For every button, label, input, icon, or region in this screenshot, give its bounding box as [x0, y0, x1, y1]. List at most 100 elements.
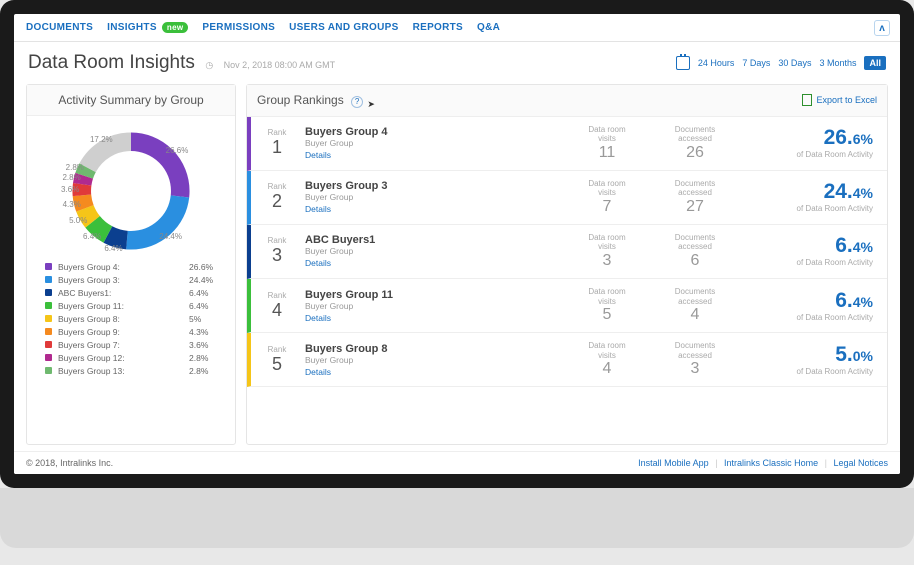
visits-value: 11	[599, 144, 616, 162]
chart-legend: Buyers Group 4:26.6%Buyers Group 3:24.4%…	[27, 256, 235, 385]
top-nav: DOCUMENTS INSIGHTS new PERMISSIONS USERS…	[14, 14, 900, 42]
legend-row: Buyers Group 7: 3.6%	[45, 338, 225, 351]
details-link[interactable]: Details	[305, 204, 559, 214]
range-24h[interactable]: 24 Hours	[698, 58, 735, 68]
tab-reports[interactable]: REPORTS	[413, 22, 463, 33]
footer-link-mobile[interactable]: Install Mobile App	[638, 458, 709, 468]
rank-label: Rank	[268, 182, 287, 191]
tab-qa[interactable]: Q&A	[477, 22, 500, 33]
legend-row: Buyers Group 3:24.4%	[45, 273, 225, 286]
details-link[interactable]: Details	[305, 258, 559, 268]
tab-users-groups[interactable]: USERS AND GROUPS	[289, 22, 398, 33]
group-type: Buyer Group	[305, 246, 559, 256]
docs-label: Documentsaccessed	[675, 341, 715, 360]
visits-value: 7	[603, 198, 612, 216]
legend-value: 5%	[189, 314, 225, 324]
range-3m[interactable]: 3 Months	[819, 58, 856, 68]
page-timestamp: Nov 2, 2018 08:00 AM GMT	[224, 60, 336, 70]
footer-link-classic[interactable]: Intralinks Classic Home	[724, 458, 818, 468]
docs-label: Documentsaccessed	[675, 179, 715, 198]
legend-name: Buyers Group 7:	[58, 340, 183, 350]
group-name: ABC Buyers1	[305, 234, 559, 246]
visits-label: Data roomvisits	[588, 125, 625, 144]
ranking-row: Rank3ABC Buyers1Buyer GroupDetailsData r…	[247, 225, 887, 279]
ranking-row: Rank5Buyers Group 8Buyer GroupDetailsDat…	[247, 333, 887, 387]
collapse-button[interactable]: ᴧ	[874, 20, 890, 36]
donut-slice-label: 4.3%	[63, 200, 81, 209]
copyright: © 2018, Intralinks Inc.	[26, 458, 113, 468]
details-link[interactable]: Details	[305, 313, 559, 323]
rank-label: Rank	[268, 128, 287, 137]
details-link[interactable]: Details	[305, 367, 559, 377]
legend-swatch	[45, 341, 52, 348]
activity-percent-sub: of Data Room Activity	[797, 258, 873, 267]
donut-slice-label: 6.4%	[104, 244, 122, 253]
group-type: Buyer Group	[305, 192, 559, 202]
export-excel-button[interactable]: Export to Excel	[802, 94, 877, 106]
visits-label: Data roomvisits	[588, 179, 625, 198]
range-30d[interactable]: 30 Days	[778, 58, 811, 68]
legend-row: Buyers Group 12: 2.8%	[45, 351, 225, 364]
legend-row: Buyers Group 11:6.4%	[45, 299, 225, 312]
visits-value: 3	[603, 252, 612, 270]
ranking-row: Rank1 Buyers Group 4Buyer Group Details Dat…	[247, 117, 887, 171]
legend-value: 6.4%	[189, 301, 225, 311]
excel-icon	[802, 94, 812, 106]
visits-label: Data roomvisits	[588, 233, 625, 252]
cursor-icon: ➤	[367, 99, 375, 109]
footer-link-legal[interactable]: Legal Notices	[833, 458, 888, 468]
activity-donut-chart: 26.6%24.4%6.4%6.4%5.0%4.3%3.6%2.8%2.8%17…	[66, 126, 196, 256]
activity-percent: 5.0%	[835, 344, 873, 365]
activity-percent: 6.4%	[835, 290, 873, 311]
legend-value: 2.8%	[189, 353, 225, 363]
tab-permissions[interactable]: PERMISSIONS	[202, 22, 275, 33]
activity-percent: 6.4%	[835, 235, 873, 256]
tab-documents[interactable]: DOCUMENTS	[26, 22, 93, 33]
activity-percent-sub: of Data Room Activity	[797, 204, 873, 213]
rank-number: 1	[272, 137, 282, 158]
summary-title: Activity Summary by Group	[27, 85, 235, 116]
legend-name: Buyers Group 12:	[58, 353, 183, 363]
monitor-stand	[0, 488, 914, 548]
help-icon[interactable]: ?	[351, 96, 363, 108]
group-type: Buyer Group	[305, 138, 559, 148]
legend-swatch	[45, 276, 52, 283]
legend-value: 4.3%	[189, 327, 225, 337]
legend-name: Buyers Group 4:	[58, 262, 183, 272]
legend-name: Buyers Group 8:	[58, 314, 183, 324]
donut-slice-label: 3.6%	[61, 185, 79, 194]
range-7d[interactable]: 7 Days	[742, 58, 770, 68]
docs-label: Documentsaccessed	[675, 233, 715, 252]
range-all[interactable]: All	[864, 56, 886, 70]
activity-percent-sub: of Data Room Activity	[797, 367, 873, 376]
legend-value: 3.6%	[189, 340, 225, 350]
docs-value: 6	[691, 252, 700, 270]
group-name: Buyers Group 11	[305, 289, 559, 301]
calendar-icon[interactable]	[676, 56, 690, 70]
legend-swatch	[45, 328, 52, 335]
activity-percent-sub: of Data Room Activity	[797, 150, 873, 159]
rank-label: Rank	[268, 345, 287, 354]
docs-value: 3	[691, 360, 700, 378]
legend-row: Buyers Group 9:4.3%	[45, 325, 225, 338]
rank-number: 2	[272, 191, 282, 212]
legend-value: 6.4%	[189, 288, 225, 298]
docs-label: Documentsaccessed	[675, 125, 715, 144]
group-name: Buyers Group 4	[305, 126, 559, 138]
legend-row: Buyers Group 8: 5%	[45, 312, 225, 325]
clock-icon: ◷	[205, 60, 213, 70]
date-range-picker: 24 Hours 7 Days 30 Days 3 Months All	[676, 56, 886, 70]
activity-summary-panel: Activity Summary by Group 26.6%24.4%6.4%…	[26, 84, 236, 445]
rank-label: Rank	[268, 236, 287, 245]
donut-slice-label: 2.8%	[62, 173, 80, 182]
activity-percent: 24.4%	[824, 181, 873, 202]
rank-number: 5	[272, 354, 282, 375]
legend-row: Buyers Group 4:26.6%	[45, 260, 225, 273]
details-link[interactable]: Details	[305, 150, 559, 160]
footer: © 2018, Intralinks Inc. Install Mobile A…	[14, 451, 900, 474]
tab-insights[interactable]: INSIGHTS new	[107, 22, 188, 33]
group-name: Buyers Group 3	[305, 180, 559, 192]
legend-name: Buyers Group 13:	[58, 366, 183, 376]
visits-label: Data roomvisits	[588, 341, 625, 360]
rank-number: 3	[272, 245, 282, 266]
